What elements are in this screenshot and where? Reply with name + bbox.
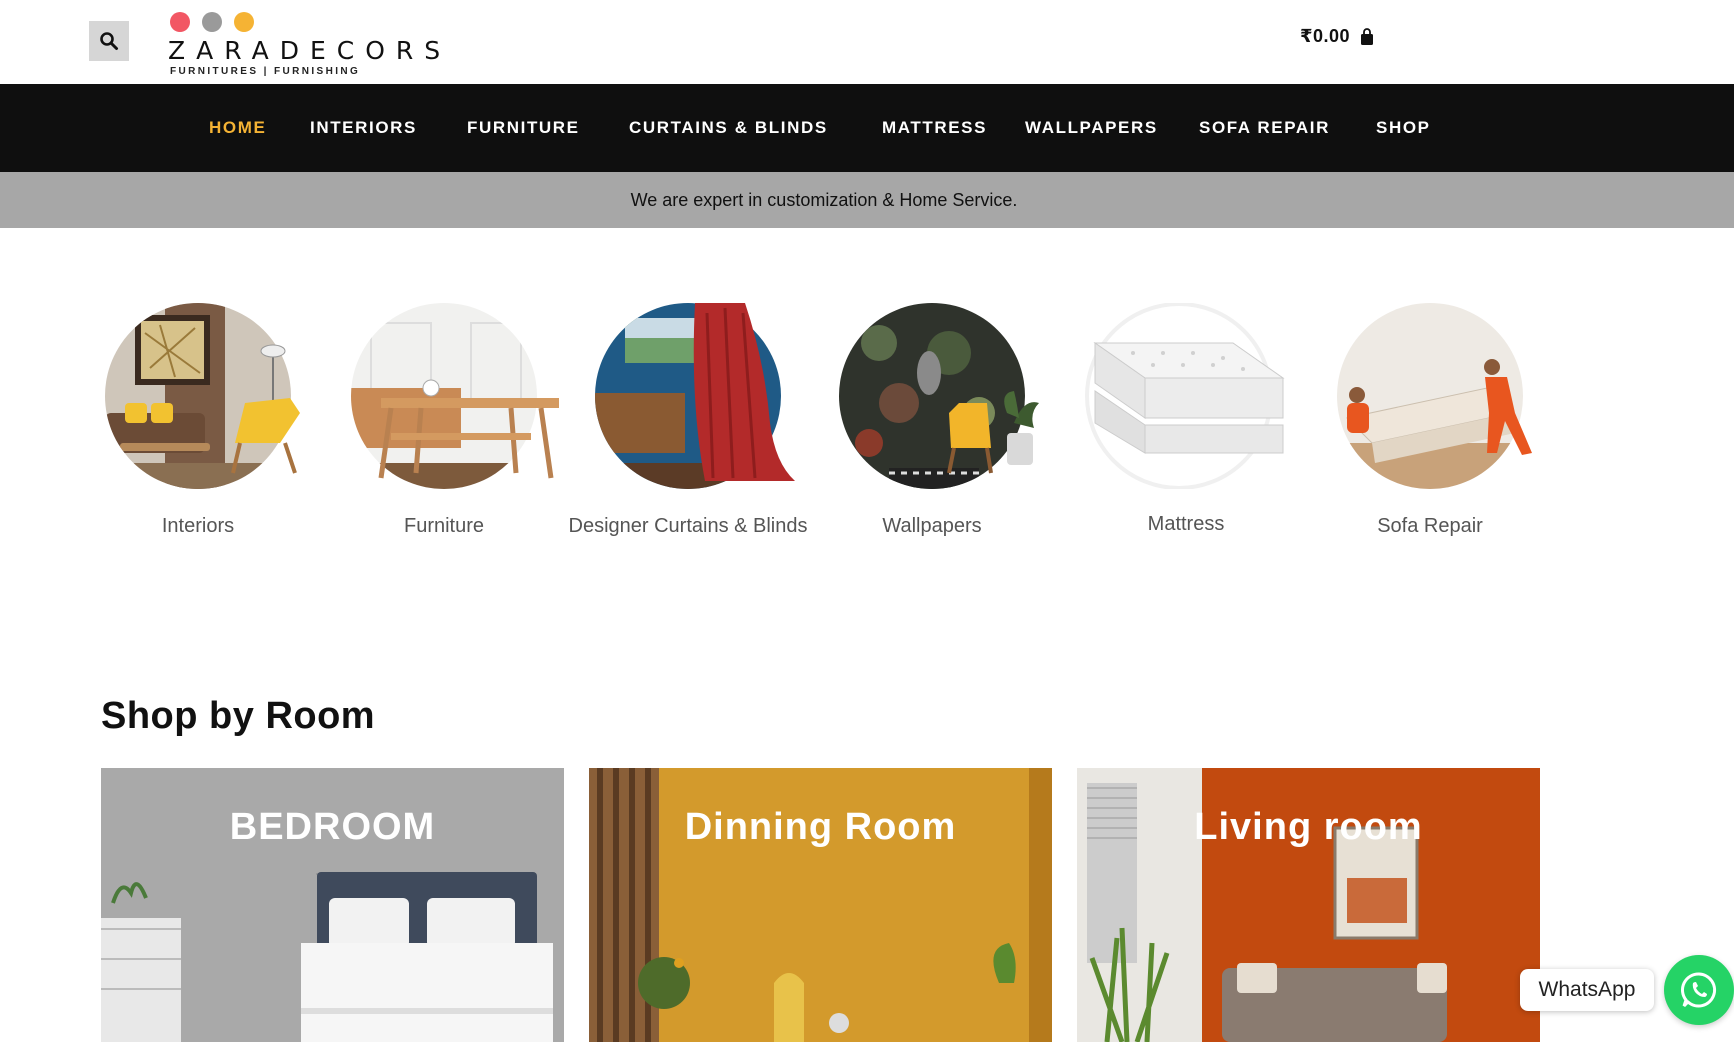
site-logo[interactable]: ZARADECORS FURNITURES | FURNISHING — [168, 10, 468, 80]
category-mattress[interactable]: Mattress — [1066, 303, 1306, 539]
room-card-living-room[interactable]: Living room — [1077, 768, 1540, 1042]
nav-item-sofa-repair[interactable]: SOFA REPAIR — [1199, 118, 1330, 138]
category-image-interiors — [105, 303, 300, 489]
shop-by-room-heading: Shop by Room — [101, 695, 376, 737]
category-image-furniture — [351, 303, 559, 489]
cart-link[interactable]: ₹0.00 — [1300, 26, 1374, 47]
room-label-living-room: Living room — [1194, 806, 1423, 848]
logo-dot-grey — [202, 12, 222, 32]
category-label-furniture: Furniture — [403, 515, 485, 537]
cart-amount: ₹0.00 — [1300, 26, 1351, 46]
logo-dot-yellow — [234, 12, 254, 32]
main-nav: HOME INTERIORS FURNITURE CURTAINS & BLIN… — [0, 84, 1734, 172]
whatsapp-button[interactable] — [1664, 955, 1734, 1025]
nav-item-home[interactable]: HOME — [209, 118, 266, 138]
nav-item-furniture[interactable]: FURNITURE — [467, 118, 580, 138]
whatsapp-chat-label[interactable]: WhatsApp — [1520, 969, 1654, 1011]
logo-dot-red — [170, 12, 190, 32]
nav-item-curtains-blinds[interactable]: CURTAINS & BLINDS — [629, 118, 828, 138]
room-card-dinning-room[interactable]: Dinning Room — [589, 768, 1052, 1042]
search-button[interactable] — [89, 21, 129, 61]
room-card-bedroom[interactable]: BEDROOM — [101, 768, 564, 1042]
category-label-interiors: Interiors — [161, 515, 235, 537]
category-image-sofa-repair — [1337, 303, 1532, 489]
category-label-sofa-repair: Sofa Repair — [1377, 515, 1483, 537]
category-label-mattress: Mattress — [1147, 513, 1225, 535]
room-label-bedroom: BEDROOM — [229, 806, 436, 848]
category-label-curtains: Designer Curtains & Blinds — [568, 515, 808, 537]
category-image-mattress — [1085, 303, 1285, 489]
category-curtains-blinds[interactable]: Designer Curtains & Blinds — [568, 303, 808, 541]
logo-dots — [170, 12, 254, 32]
logo-brand-name: ZARADECORS — [168, 36, 452, 65]
category-image-curtains — [595, 303, 795, 489]
room-label-dinning-room: Dinning Room — [684, 806, 957, 848]
nav-item-mattress[interactable]: MATTRESS — [882, 118, 987, 138]
announcement-strip: We are expert in customization & Home Se… — [0, 172, 1734, 228]
search-icon — [100, 32, 118, 50]
announcement-text: We are expert in customization & Home Se… — [630, 189, 1018, 210]
category-furniture[interactable]: Furniture — [324, 303, 564, 541]
nav-item-interiors[interactable]: INTERIORS — [310, 118, 417, 138]
logo-tagline: FURNITURES | FURNISHING — [170, 66, 361, 77]
category-sofa-repair[interactable]: Sofa Repair — [1310, 303, 1550, 541]
whatsapp-icon — [1681, 972, 1717, 1008]
category-wallpapers[interactable]: Wallpapers — [812, 303, 1052, 541]
category-image-wallpapers — [839, 303, 1039, 489]
category-label-wallpapers: Wallpapers — [882, 515, 982, 537]
site-header: ZARADECORS FURNITURES | FURNISHING ₹0.00 — [0, 0, 1734, 84]
nav-item-shop[interactable]: SHOP — [1376, 118, 1431, 138]
category-interiors[interactable]: Interiors — [78, 303, 318, 541]
shopping-bag-icon — [1361, 27, 1374, 45]
nav-item-wallpapers[interactable]: WALLPAPERS — [1025, 118, 1158, 138]
